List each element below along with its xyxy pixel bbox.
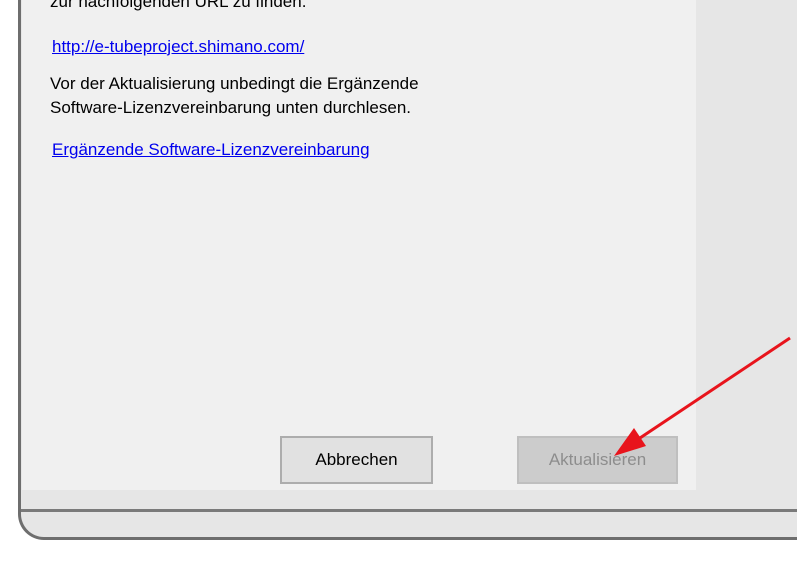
red-arrow-icon (614, 336, 791, 456)
arrow-shaft (627, 336, 791, 448)
arrow-head (614, 428, 646, 456)
